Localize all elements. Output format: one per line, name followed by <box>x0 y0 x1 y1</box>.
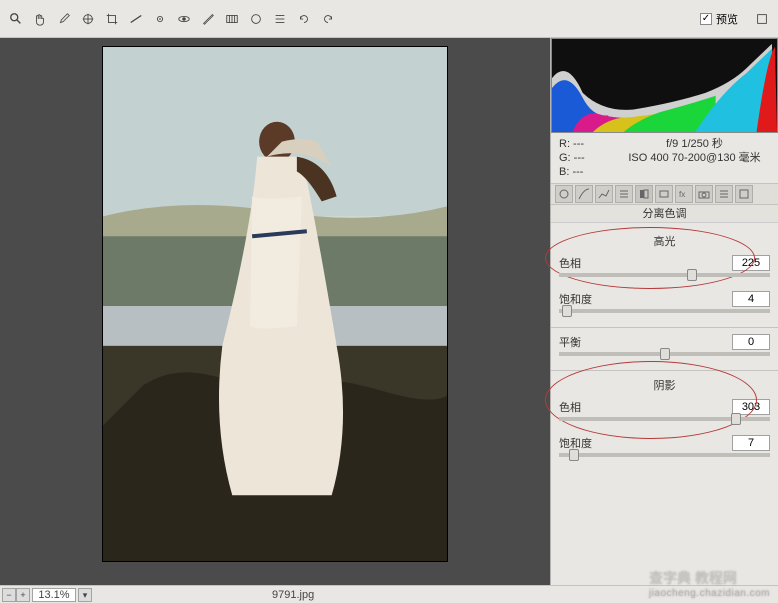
shadows-hue-slider[interactable] <box>559 417 770 421</box>
zoom-icon[interactable] <box>8 11 24 27</box>
balance-slider[interactable] <box>559 352 770 356</box>
exif-b: B: --- <box>559 165 619 179</box>
tab-hsl-icon[interactable] <box>615 185 633 203</box>
fullscreen-icon[interactable] <box>754 11 770 27</box>
histogram[interactable] <box>551 38 778 133</box>
svg-text:fx: fx <box>679 190 685 199</box>
rotate-cw-icon[interactable] <box>320 11 336 27</box>
exif-g: G: --- <box>559 151 619 165</box>
gradient-icon[interactable] <box>224 11 240 27</box>
highlights-sat-row: 饱和度 4 <box>559 291 770 313</box>
top-toolbar: ✓ 预览 <box>0 0 778 38</box>
highlights-sat-value[interactable]: 4 <box>732 291 770 307</box>
tab-camera-icon[interactable] <box>695 185 713 203</box>
tab-preset-icon[interactable] <box>715 185 733 203</box>
filename: 9791.jpg <box>272 589 314 601</box>
balance-value[interactable]: 0 <box>732 334 770 350</box>
exif-r: R: --- <box>559 137 619 151</box>
slider-thumb[interactable] <box>562 305 572 317</box>
preview-checkbox[interactable]: ✓ <box>700 13 712 25</box>
shadows-hue-label: 色相 <box>559 399 581 415</box>
zoom-in-button[interactable]: + <box>16 588 30 602</box>
exif-iso-lens: ISO 400 70-200@130 毫米 <box>619 151 770 165</box>
photo <box>103 47 447 561</box>
highlights-hue-value[interactable]: 225 <box>732 255 770 271</box>
shadows-hue-row: 色相 303 <box>559 399 770 421</box>
sampler-icon[interactable] <box>80 11 96 27</box>
panel-tabs: fx <box>551 183 778 205</box>
slider-thumb[interactable] <box>569 449 579 461</box>
highlights-hue-row: 色相 225 <box>559 255 770 277</box>
tab-curve-icon[interactable] <box>575 185 593 203</box>
highlights-hue-label: 色相 <box>559 255 581 271</box>
zoom-value[interactable]: 13.1% <box>32 588 76 602</box>
panel-title: 分离色调 <box>551 205 778 223</box>
shadows-sat-row: 饱和度 7 <box>559 435 770 457</box>
slider-thumb[interactable] <box>687 269 697 281</box>
list-icon[interactable] <box>272 11 288 27</box>
tab-basic-icon[interactable] <box>555 185 573 203</box>
tab-detail-icon[interactable] <box>595 185 613 203</box>
watermark-line2: jiaocheng.chazidian.com <box>649 588 770 599</box>
highlights-sat-slider[interactable] <box>559 309 770 313</box>
watermark-line1: 查字典 教程网 <box>649 570 737 586</box>
shadows-sat-slider[interactable] <box>559 453 770 457</box>
hand-icon[interactable] <box>32 11 48 27</box>
highlights-title: 高光 <box>559 233 770 249</box>
zoom-out-button[interactable]: − <box>2 588 16 602</box>
exif-info: R: --- G: --- B: --- f/9 1/250 秒 ISO 400… <box>551 133 778 183</box>
crop-icon[interactable] <box>104 11 120 27</box>
radial-icon[interactable] <box>248 11 264 27</box>
balance-row: 平衡 0 <box>559 334 770 356</box>
shadows-sat-value[interactable]: 7 <box>732 435 770 451</box>
tab-split-icon[interactable] <box>635 185 653 203</box>
rotate-ccw-icon[interactable] <box>296 11 312 27</box>
exif-aperture-shutter: f/9 1/250 秒 <box>619 137 770 151</box>
zoom-dropdown-button[interactable]: ▾ <box>78 588 92 602</box>
straighten-icon[interactable] <box>128 11 144 27</box>
tab-snap-icon[interactable] <box>735 185 753 203</box>
brush-icon[interactable] <box>200 11 216 27</box>
preview-label: 预览 <box>716 11 738 27</box>
eyedropper-icon[interactable] <box>56 11 72 27</box>
spot-icon[interactable] <box>152 11 168 27</box>
preview-frame <box>102 46 448 562</box>
balance-label: 平衡 <box>559 334 581 350</box>
slider-thumb[interactable] <box>731 413 741 425</box>
tab-fx-icon[interactable]: fx <box>675 185 693 203</box>
tab-lens-icon[interactable] <box>655 185 673 203</box>
watermark: 查字典 教程网 jiaocheng.chazidian.com <box>649 568 770 599</box>
image-preview-area[interactable] <box>0 38 550 585</box>
shadows-title: 阴影 <box>559 377 770 393</box>
highlights-hue-slider[interactable] <box>559 273 770 277</box>
redeye-icon[interactable] <box>176 11 192 27</box>
slider-thumb[interactable] <box>660 348 670 360</box>
